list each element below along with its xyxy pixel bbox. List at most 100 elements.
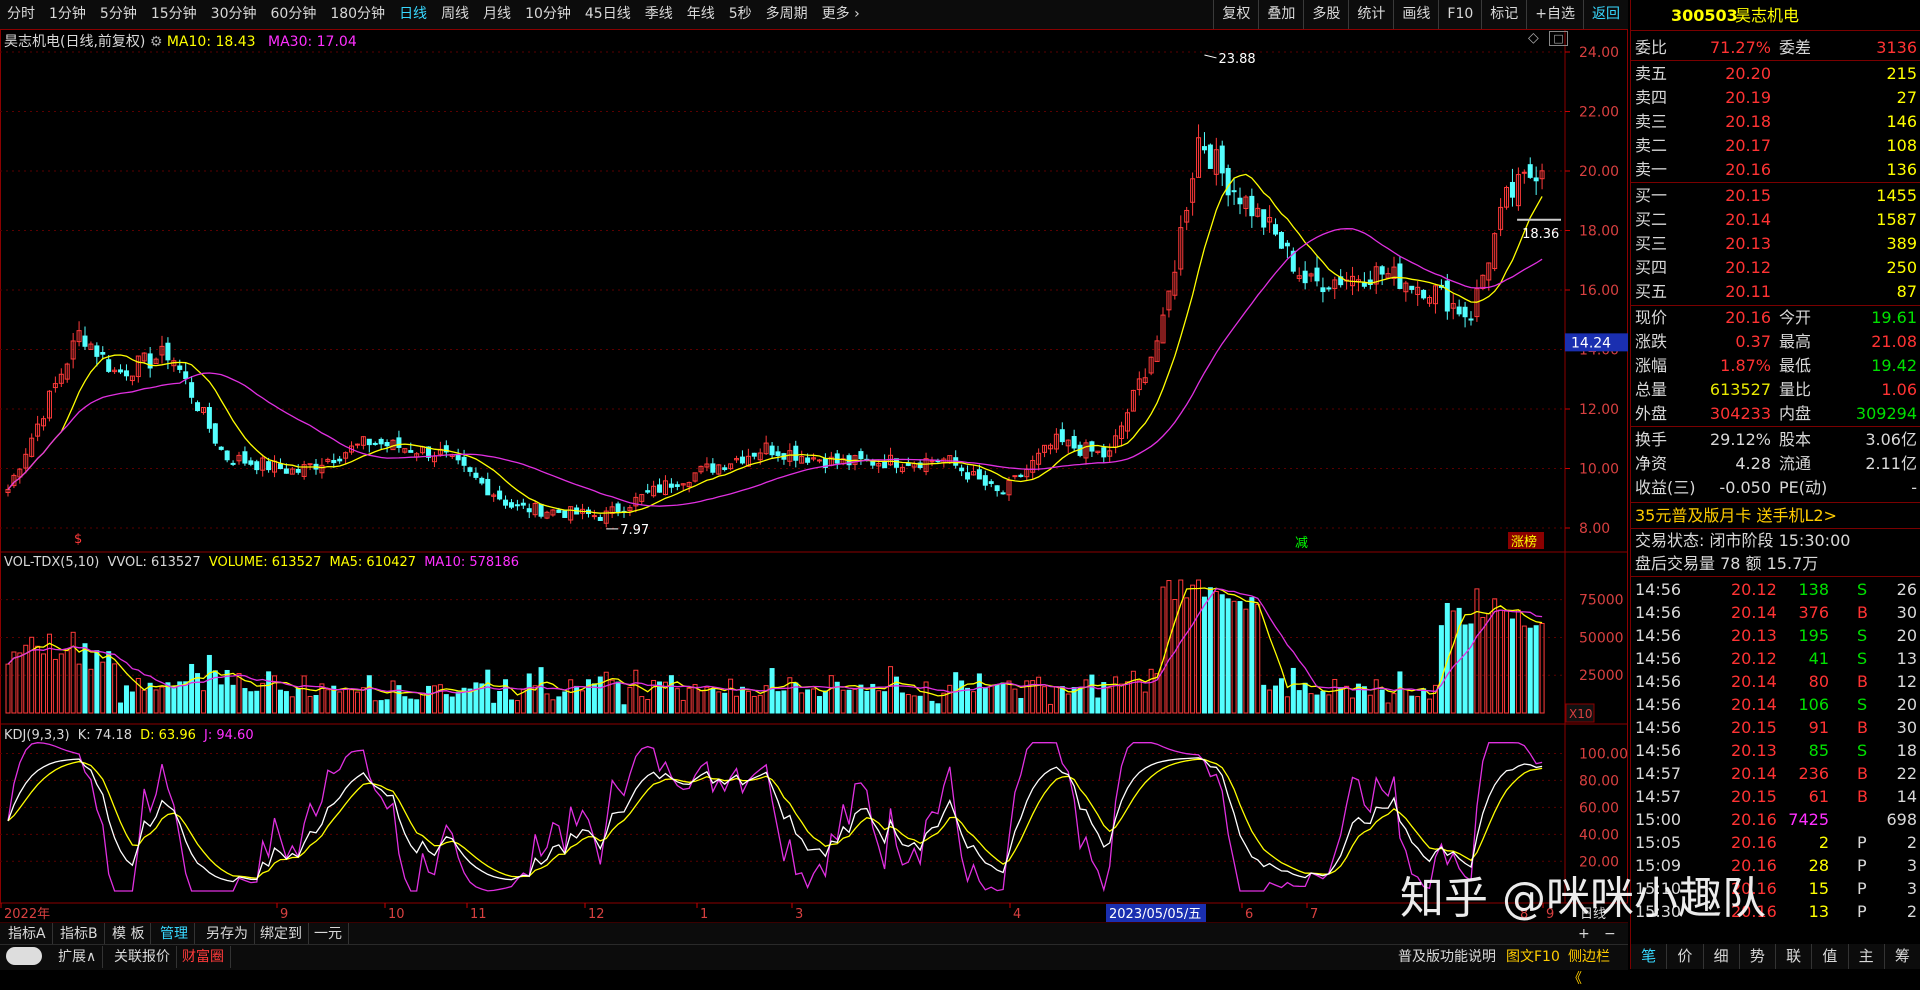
price-tick: 12.00	[1579, 402, 1619, 418]
toolbar-button-5[interactable]: F10	[1438, 0, 1481, 29]
bid-volume: 1455	[1876, 186, 1917, 205]
stat-label: 内盘	[1779, 404, 1812, 423]
period-tab-7[interactable]: 日线	[392, 0, 434, 29]
bid-label: 买五	[1635, 282, 1668, 301]
period-tab-6[interactable]: 180分钟	[323, 0, 392, 29]
toolbar-button-2[interactable]: 多股	[1303, 0, 1348, 29]
tick-price: 20.16	[1731, 833, 1777, 852]
period-tab-3[interactable]: 15分钟	[144, 0, 204, 29]
weicha-label: 委差	[1779, 38, 1812, 57]
ask-label: 卖四	[1635, 88, 1668, 107]
stat-value: 0.37	[1735, 332, 1771, 351]
period-tab-4[interactable]: 30分钟	[204, 0, 264, 29]
bid-price: 20.12	[1725, 258, 1771, 277]
quote-tab-0[interactable]: 笔	[1631, 944, 1668, 969]
tick-side: B	[1857, 603, 1868, 622]
period-tab-5[interactable]: 60分钟	[264, 0, 324, 29]
diamond-icon[interactable]: ◇	[1528, 30, 1539, 46]
tick-count: 3	[1906, 856, 1917, 875]
period-tab-10[interactable]: 10分钟	[518, 0, 578, 29]
quote-tab-1[interactable]: 价	[1667, 944, 1704, 969]
period-tab-11[interactable]: 45日线	[578, 0, 638, 29]
period-tab-1[interactable]: 1分钟	[42, 0, 93, 29]
quote-tab-4[interactable]: 联	[1776, 944, 1813, 969]
quote-tab-5[interactable]: 值	[1812, 944, 1849, 969]
quote-tab-6[interactable]: 主	[1849, 944, 1885, 969]
indicator-tab-0[interactable]: 指标A	[2, 923, 53, 945]
quote-tab-2[interactable]: 细	[1704, 944, 1740, 969]
high-price-label: 23.88	[1218, 52, 1255, 67]
toolbar-button-8[interactable]: 返回	[1583, 0, 1628, 29]
settings-gear-icon[interactable]: ⚙	[150, 34, 163, 50]
stat-row: 外盘 304233 内盘 309294	[1631, 402, 1920, 426]
tick-time: 14:57	[1635, 764, 1682, 783]
ask-label: 卖二	[1635, 136, 1668, 155]
tick-count: 14	[1896, 787, 1917, 806]
bottom-link-0[interactable]: 扩展∧	[52, 946, 104, 968]
ask-price: 20.18	[1725, 112, 1771, 131]
toggle-switch[interactable]	[6, 947, 42, 965]
bottom-right-link-2[interactable]: 侧边栏《	[1562, 946, 1628, 987]
volume-label: VOLUME: 613527	[208, 555, 322, 570]
tick-count: 2	[1906, 902, 1917, 921]
date-label: 11	[470, 907, 487, 922]
period-tab-14[interactable]: 5秒	[722, 0, 759, 29]
toolbar-button-0[interactable]: 复权	[1213, 0, 1258, 29]
toolbar-button-3[interactable]: 统计	[1348, 0, 1393, 29]
ask-price: 20.19	[1725, 88, 1771, 107]
tick-time: 14:56	[1635, 649, 1682, 668]
ask-volume: 136	[1886, 160, 1917, 179]
period-tab-13[interactable]: 年线	[680, 0, 722, 29]
period-tab-16[interactable]: 更多 ›	[815, 0, 867, 29]
stat-label: 今开	[1779, 308, 1812, 327]
period-tab-9[interactable]: 月线	[476, 0, 518, 29]
tick-count: 2	[1906, 833, 1917, 852]
stat-row: 净资 4.28 流通 2.11亿	[1631, 452, 1920, 476]
chart-canvas[interactable]: 24.0022.0020.0018.0016.0014.0012.0010.00…	[0, 29, 1628, 922]
toolbar-button-7[interactable]: +自选	[1526, 0, 1583, 29]
indicator-tab-5[interactable]: 绑定到	[254, 923, 309, 945]
tick-side: P	[1857, 902, 1867, 921]
stat-row: 总量 613527 量比 1.06	[1631, 378, 1920, 402]
period-tabs: 分时 1分钟 5分钟 15分钟 30分钟 60分钟 180分钟 日线 周线 月线 10分钟 45日线季…	[0, 0, 867, 29]
quote-tab-3[interactable]: 势	[1740, 944, 1776, 969]
period-tab-12[interactable]: 季线	[638, 0, 680, 29]
quote-tab-7[interactable]: 筹	[1885, 944, 1920, 969]
toolbar-button-1[interactable]: 叠加	[1258, 0, 1303, 29]
bottom-link-1[interactable]: 关联报价	[108, 946, 177, 968]
stat-label: 流通	[1779, 454, 1812, 473]
toolbar-actions: 复权 叠加 多股 统计 画线 F10 标记 +自选 返回	[1213, 0, 1628, 29]
stat-value: 29.12%	[1709, 430, 1771, 449]
indicator-tab-4[interactable]: 另存为	[200, 923, 255, 945]
after-hours-volume: 盘后交易量 78 额 15.7万	[1635, 554, 1819, 573]
window-toggle-icon[interactable]: □	[1549, 31, 1568, 46]
zoom-out-button[interactable]: −	[1598, 923, 1622, 945]
indicator-tab-6[interactable]: 一元	[308, 923, 349, 945]
bottom-right-link-1[interactable]: 图文F10	[1500, 946, 1566, 968]
indicator-tab-1[interactable]: 指标B	[54, 923, 105, 945]
ask-row: 卖五 20.20 215	[1631, 62, 1920, 86]
tick-volume: 195	[1798, 626, 1829, 645]
tick-count: 698	[1886, 810, 1917, 829]
tick-volume: 28	[1808, 856, 1829, 875]
date-label: 2022年	[4, 907, 50, 922]
period-tab-2[interactable]: 5分钟	[93, 0, 144, 29]
toolbar-button-4[interactable]: 画线	[1393, 0, 1438, 29]
zoom-in-button[interactable]: +	[1572, 923, 1596, 945]
tick-price: 20.14	[1731, 764, 1777, 783]
bid-volume: 250	[1886, 258, 1917, 277]
promo-row[interactable]: 35元普及版月卡 送手机L2>	[1631, 504, 1920, 528]
price-tick: 22.00	[1579, 105, 1619, 121]
period-tab-15[interactable]: 多周期	[759, 0, 815, 29]
bottom-right-link-0[interactable]: 普及版功能说明	[1392, 946, 1502, 968]
stat-label: 最高	[1779, 332, 1812, 351]
period-tab-8[interactable]: 周线	[434, 0, 476, 29]
ask-volume: 146	[1886, 112, 1917, 131]
indicator-tab-3[interactable]: 管理	[154, 923, 195, 945]
indicator-tab-2[interactable]: 模 板	[106, 923, 152, 945]
period-tab-0[interactable]: 分时	[0, 0, 42, 29]
toolbar-button-6[interactable]: 标记	[1481, 0, 1526, 29]
bid-volume: 1587	[1876, 210, 1917, 229]
kdj-j-line	[7, 742, 1543, 893]
bottom-link-2[interactable]: 财富圈	[176, 946, 231, 968]
